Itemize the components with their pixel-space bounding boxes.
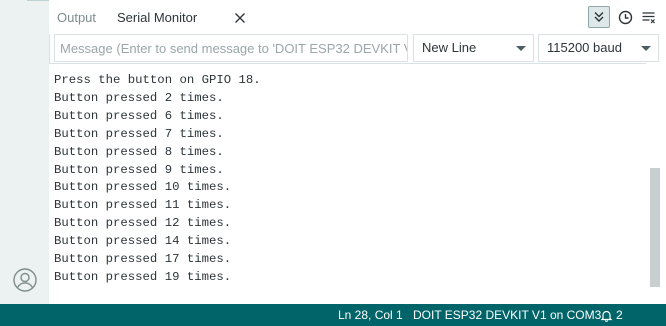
tab-serial-monitor[interactable]: Serial Monitor [117,10,197,26]
dropdown-caret-icon [516,46,526,51]
notification-count: 2 [616,308,623,322]
sidebar-accent [27,0,49,1]
clear-output-button[interactable] [637,6,659,28]
clock-icon [618,10,632,24]
output-line: Button pressed 7 times. [54,126,224,141]
notifications-button[interactable]: 2 [600,304,623,326]
baud-rate-select[interactable]: 115200 baud [538,34,659,62]
board-selection[interactable]: DOIT ESP32 DEVKIT V1 on COM3 [413,304,601,326]
output-line: Button pressed 19 times. [54,269,232,284]
output-line: Button pressed 10 times. [54,180,232,195]
output-line: Button pressed 9 times. [54,162,224,177]
line-ending-select[interactable]: New Line [413,34,534,62]
baud-rate-value: 115200 baud [547,40,622,55]
clear-output-icon [642,11,655,23]
scrollbar-thumb[interactable] [650,168,660,287]
output-line: Button pressed 12 times. [54,216,232,231]
output-line: Button pressed 2 times. [54,90,224,105]
message-input[interactable] [54,34,408,62]
output-line: Button pressed 11 times. [54,198,232,213]
line-ending-value: New Line [422,40,477,55]
tab-output[interactable]: Output [57,10,96,26]
serial-output-area[interactable]: Press the button on GPIO 18. Button press… [49,63,646,304]
output-line: Button pressed 17 times. [54,252,232,267]
bell-icon [600,310,613,322]
double-chevron-down-icon [594,12,604,22]
output-line: Button pressed 6 times. [54,108,224,123]
panel-tab-bar: Output Serial Monitor [49,0,666,34]
cursor-position[interactable]: Ln 28, Col 1 [338,304,403,326]
output-lines: Press the button on GPIO 18. Button press… [49,64,646,287]
left-sidebar [0,0,50,304]
account-icon[interactable] [13,268,37,292]
status-bar: Ln 28, Col 1 DOIT ESP32 DEVKIT V1 on COM… [0,304,666,326]
output-line: Button pressed 14 times. [54,234,232,249]
serial-input-row: New Line 115200 baud [49,34,666,63]
toggle-timestamp-button[interactable] [614,6,636,28]
output-line: Press the button on GPIO 18. [54,73,261,87]
output-line: Button pressed 8 times. [54,144,224,159]
close-icon[interactable] [232,10,248,26]
dropdown-caret-icon [641,46,651,51]
toggle-autoscroll-button[interactable] [588,6,610,28]
